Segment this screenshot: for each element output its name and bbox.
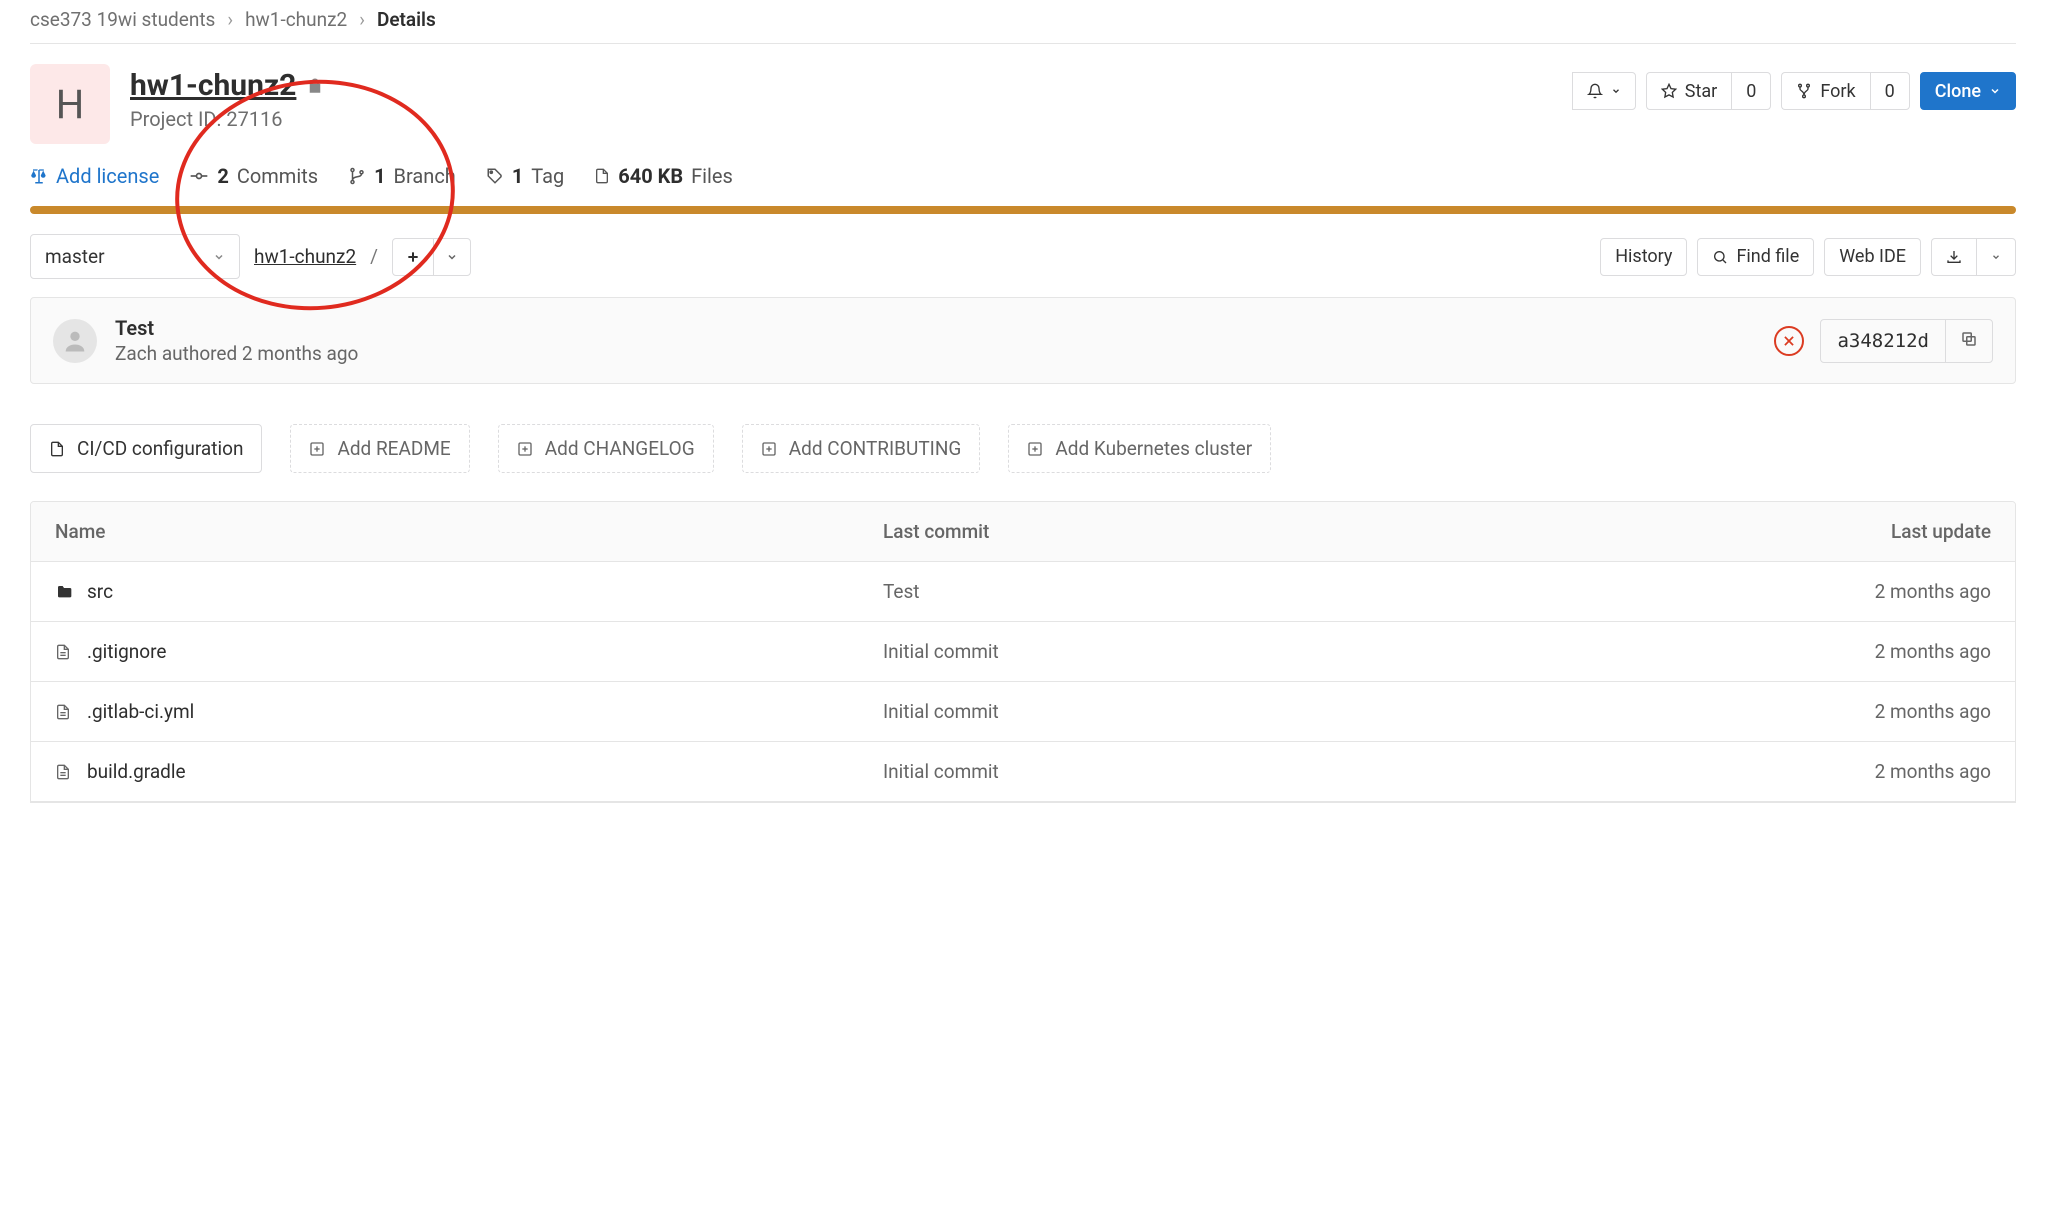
table-header: Name Last commit Last update <box>31 502 2015 562</box>
file-last-update: 2 months ago <box>1711 580 1991 603</box>
file-last-update: 2 months ago <box>1711 640 1991 663</box>
fork-label: Fork <box>1820 81 1855 102</box>
copy-sha-button[interactable] <box>1945 320 1992 362</box>
add-readme-button[interactable]: Add README <box>290 424 469 473</box>
breadcrumb-sep: › <box>359 8 365 31</box>
chevron-down-icon <box>1991 252 2001 262</box>
plus-square-icon <box>309 441 325 457</box>
table-row[interactable]: src Test2 months ago <box>31 562 2015 622</box>
chevron-down-icon <box>1611 86 1621 96</box>
web-ide-button[interactable]: Web IDE <box>1824 238 1921 276</box>
file-last-commit[interactable]: Test <box>883 580 1711 603</box>
scale-icon <box>30 167 48 185</box>
download-icon <box>1946 249 1962 265</box>
file-icon <box>55 643 75 661</box>
breadcrumb-project[interactable]: hw1-chunz2 <box>245 8 347 31</box>
plus-icon <box>405 249 421 265</box>
copy-icon <box>1960 330 1978 348</box>
table-row[interactable]: .gitlab-ci.yml Initial commit2 months ago <box>31 682 2015 742</box>
commit-sha[interactable]: a348212d <box>1821 320 1945 362</box>
fork-icon <box>1796 83 1812 99</box>
table-row[interactable]: .gitignore Initial commit2 months ago <box>31 622 2015 682</box>
plus-square-icon <box>1027 441 1043 457</box>
star-icon <box>1661 83 1677 99</box>
project-avatar: H <box>30 64 110 144</box>
add-license-link[interactable]: Add license <box>30 164 159 188</box>
add-changelog-button[interactable]: Add CHANGELOG <box>498 424 714 473</box>
tag-icon <box>486 167 504 185</box>
project-title[interactable]: hw1-chunz2 <box>130 68 296 103</box>
file-last-update: 2 months ago <box>1711 700 1991 723</box>
branch-icon <box>348 167 366 185</box>
find-file-button[interactable]: Find file <box>1697 238 1814 276</box>
commit-icon <box>189 166 209 186</box>
file-icon <box>49 440 65 458</box>
path-separator: / <box>370 245 378 268</box>
star-count[interactable]: 0 <box>1731 72 1771 110</box>
file-name-label: .gitlab-ci.yml <box>87 700 194 723</box>
breadcrumb-sep: › <box>227 8 233 31</box>
language-bar <box>30 206 2016 214</box>
chevron-down-icon <box>1989 85 2001 97</box>
project-id: Project ID: 27116 <box>130 107 324 131</box>
commits-stat[interactable]: 2 Commits <box>189 164 318 188</box>
fork-count[interactable]: 0 <box>1870 72 1910 110</box>
notification-dropdown[interactable] <box>1572 72 1636 110</box>
breadcrumb-current: Details <box>377 8 436 31</box>
clone-label: Clone <box>1935 81 1981 102</box>
cicd-config-button[interactable]: CI/CD configuration <box>30 424 262 473</box>
file-last-commit[interactable]: Initial commit <box>883 700 1711 723</box>
ci-status-failed-icon[interactable] <box>1774 326 1804 356</box>
commit-title[interactable]: Test <box>115 316 358 340</box>
file-name-label: .gitignore <box>87 640 166 663</box>
chevron-down-icon <box>213 251 225 263</box>
file-icon <box>55 703 75 721</box>
path-root-link[interactable]: hw1-chunz2 <box>254 245 356 268</box>
files-stat[interactable]: 640 KB Files <box>594 164 733 188</box>
file-table: Name Last commit Last update srcTest2 mo… <box>30 501 2016 803</box>
plus-square-icon <box>517 441 533 457</box>
branches-stat[interactable]: 1 Branch <box>348 164 456 188</box>
file-icon <box>594 167 610 185</box>
file-name-label: src <box>87 580 113 603</box>
breadcrumb: cse373 19wi students › hw1-chunz2 › Deta… <box>30 0 2016 44</box>
file-name-label: build.gradle <box>87 760 186 783</box>
add-file-dropdown[interactable] <box>392 238 471 276</box>
clone-button[interactable]: Clone <box>1920 72 2016 110</box>
history-button[interactable]: History <box>1600 238 1687 276</box>
commit-author-line: Zach authored 2 months ago <box>115 342 358 365</box>
star-label: Star <box>1685 81 1717 102</box>
fork-button[interactable]: Fork <box>1781 72 1869 110</box>
lock-icon <box>306 76 324 96</box>
download-dropdown[interactable] <box>1931 238 2016 276</box>
bell-icon <box>1587 83 1603 99</box>
add-kubernetes-button[interactable]: Add Kubernetes cluster <box>1008 424 1271 473</box>
table-row[interactable]: build.gradle Initial commit2 months ago <box>31 742 2015 802</box>
file-last-update: 2 months ago <box>1711 760 1991 783</box>
add-contributing-button[interactable]: Add CONTRIBUTING <box>742 424 981 473</box>
plus-square-icon <box>761 441 777 457</box>
search-icon <box>1712 249 1728 265</box>
branch-select[interactable]: master <box>30 234 240 279</box>
tags-stat[interactable]: 1 Tag <box>486 164 564 188</box>
latest-commit-card: Test Zach authored 2 months ago a348212d <box>30 297 2016 384</box>
file-icon <box>55 763 75 781</box>
star-button[interactable]: Star <box>1646 72 1731 110</box>
breadcrumb-group[interactable]: cse373 19wi students <box>30 8 215 31</box>
file-last-commit[interactable]: Initial commit <box>883 640 1711 663</box>
file-last-commit[interactable]: Initial commit <box>883 760 1711 783</box>
chevron-down-icon <box>446 251 458 263</box>
folder-icon <box>55 584 75 600</box>
author-avatar[interactable] <box>53 319 97 363</box>
